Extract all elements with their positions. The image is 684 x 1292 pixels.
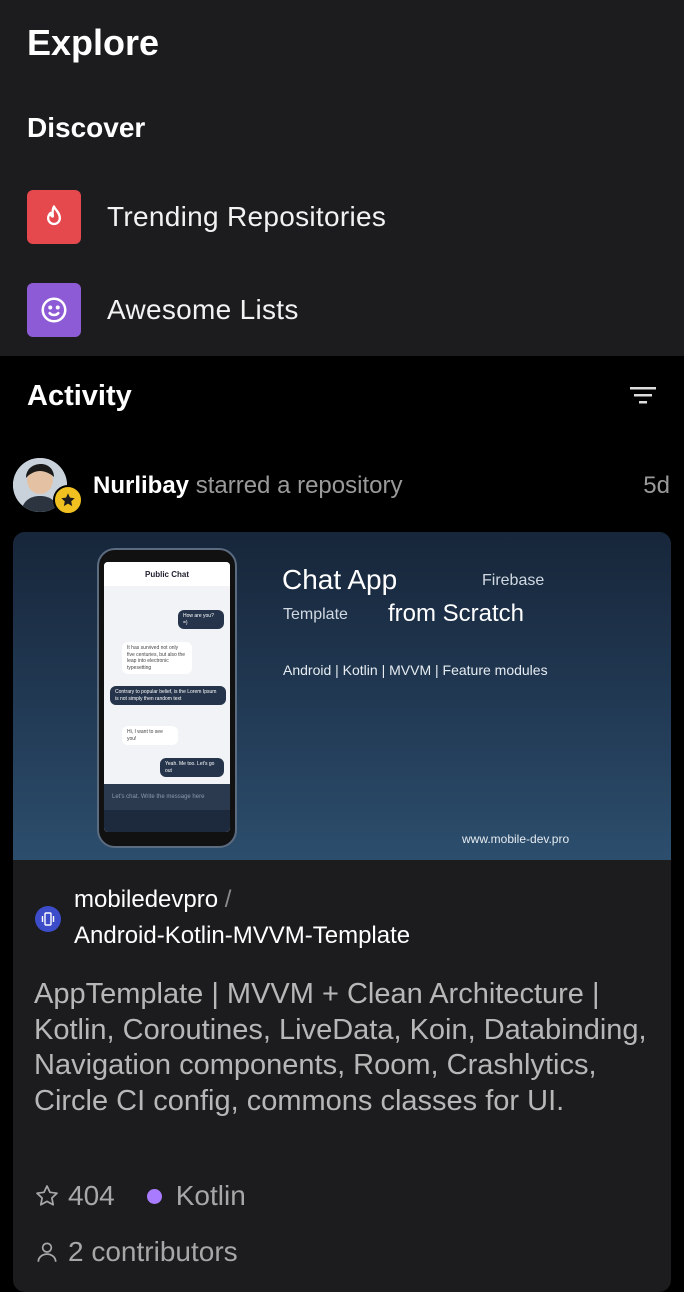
phone-mockup: Public Chat How are you? =) It has survi…: [97, 548, 237, 848]
repository-owner-icon: [35, 906, 61, 932]
trending-repositories-label: Trending Repositories: [107, 201, 387, 232]
banner-site: www.mobile-dev.pro: [462, 832, 570, 846]
activity-timestamp: 5d: [643, 472, 670, 499]
repository-owner-name[interactable]: mobiledevpro: [74, 886, 218, 913]
person-icon: [37, 1242, 57, 1262]
flame-icon: [27, 190, 81, 244]
star-badge-icon: [53, 485, 83, 515]
activity-action: starred a repository: [195, 472, 403, 499]
trending-repositories-item[interactable]: Trending Repositories: [27, 190, 657, 244]
phone-chat-header: Public Chat: [104, 562, 230, 586]
repository-name[interactable]: Android-Kotlin-MVVM-Template: [74, 922, 410, 950]
repository-banner-image: Public Chat How are you? =) It has survi…: [13, 532, 671, 860]
phone-msg: How are you? =): [178, 610, 224, 629]
section-title-activity: Activity: [27, 380, 132, 412]
awesome-lists-item[interactable]: Awesome Lists: [27, 283, 657, 337]
awesome-lists-label: Awesome Lists: [107, 294, 299, 325]
phone-msg: Hi, I want to see you!: [122, 726, 178, 745]
repository-language: Kotlin: [175, 1180, 246, 1211]
phone-msg: Contrary to popular belief, is the Lorem…: [110, 686, 226, 705]
banner-title: Chat App: [282, 564, 398, 595]
banner-firebase: Firebase: [482, 572, 545, 589]
repository-card[interactable]: Public Chat How are you? =) It has survi…: [13, 532, 671, 1292]
banner-tags: Android | Kotlin | MVVM | Feature module…: [283, 662, 548, 678]
phone-input-placeholder: Let's chat. Write the message here: [104, 784, 230, 810]
filter-icon[interactable]: [628, 384, 660, 408]
language-color-dot: [146, 1188, 162, 1204]
smiley-icon: [27, 283, 81, 337]
phone-msg: It has survived not only five centuries,…: [122, 642, 192, 674]
phone-msg: Yeah. Me too. Let's go out: [160, 758, 224, 777]
activity-summary: Nurlibay starred a repository: [93, 472, 402, 500]
repository-stats: 404 Kotlin: [34, 1180, 246, 1212]
star-icon: [36, 1185, 58, 1206]
banner-subtitle: from Scratch: [388, 600, 525, 627]
activity-user-name[interactable]: Nurlibay: [93, 472, 189, 499]
page-title: Explore: [27, 22, 160, 63]
repository-description: AppTemplate | MVVM + Clean Architecture …: [34, 978, 647, 1117]
star-count: 404: [68, 1180, 115, 1211]
banner-template: Template: [283, 606, 348, 623]
phone-nav-bar: [104, 810, 230, 832]
repository-contributors: 2 contributors: [34, 1236, 238, 1268]
repository-owner[interactable]: mobiledevpro /: [74, 886, 231, 914]
section-title-discover: Discover: [27, 112, 146, 143]
contributors-count: 2 contributors: [68, 1236, 238, 1267]
repository-separator: /: [224, 886, 232, 913]
